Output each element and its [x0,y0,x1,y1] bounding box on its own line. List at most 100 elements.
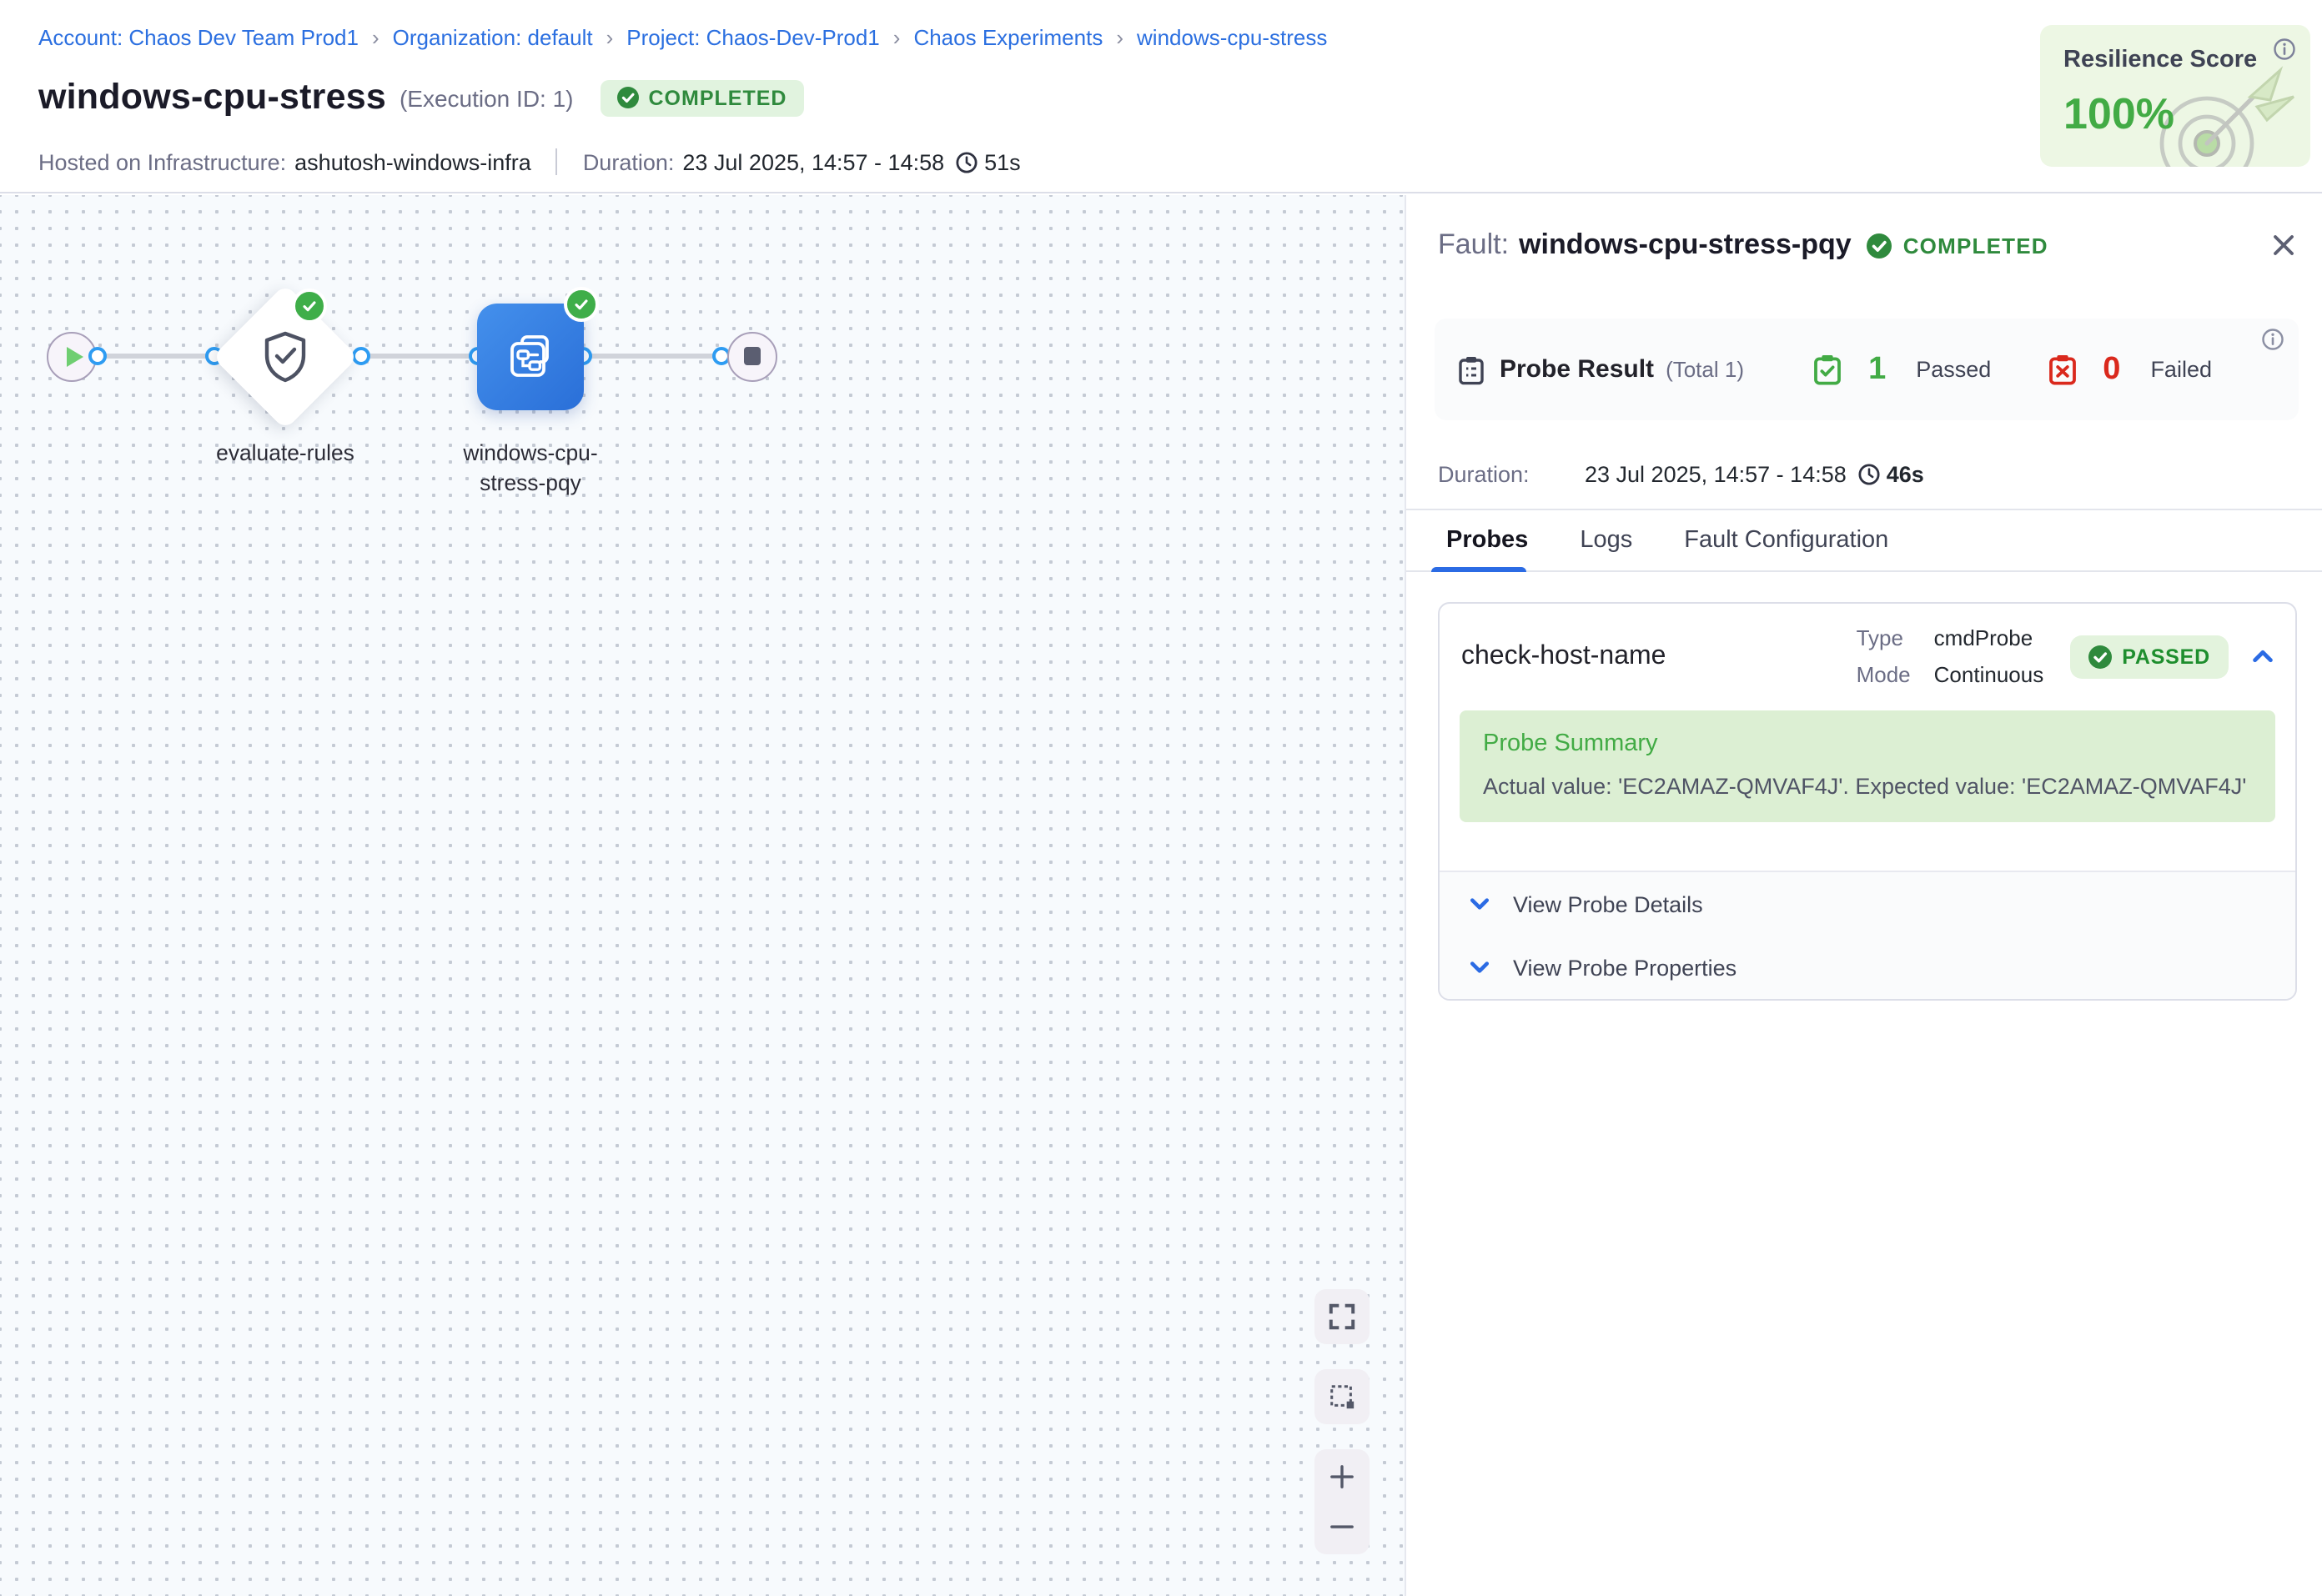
probe-type-label: Type [1857,625,1911,650]
fullscreen-icon [1328,1302,1356,1331]
fault-node-label-line2: stress-pqy [422,468,639,497]
breadcrumb-organization[interactable]: Organization: default [393,25,593,50]
probe-name: check-host-name [1461,641,1666,671]
probe-mode-value: Continuous [1934,662,2044,687]
duration-value: 23 Jul 2025, 14:57 - 14:58 [682,149,944,174]
selection-icon [1328,1383,1356,1411]
fault-step-icon [502,329,559,385]
fault-tabs: Probes Logs Fault Configuration [1406,509,2322,572]
pipeline-canvas[interactable]: evaluate-rules windows-cpu-stress-pqy [0,195,1405,1596]
probe-card: check-host-name Type cmdProbe Mode Conti… [1438,602,2297,1001]
passed-label: Passed [1916,357,1991,382]
hosted-value: ashutosh-windows-infra [294,149,531,174]
clock-icon [956,151,978,173]
probe-mode-label: Mode [1857,662,1911,687]
chevron-down-icon [1468,892,1491,916]
fault-duration-elapsed: 46s [1887,462,1924,487]
breadcrumb-project[interactable]: Project: Chaos-Dev-Prod1 [626,25,879,50]
tab-logs[interactable]: Logs [1580,527,1632,554]
view-probe-details-row[interactable]: View Probe Details [1440,872,2295,936]
edge-fault-to-end [583,354,721,358]
view-probe-properties-label: View Probe Properties [1513,955,1736,980]
view-probe-details-label: View Probe Details [1513,891,1703,916]
end-node [727,331,777,381]
breadcrumb-separator: › [1116,25,1123,50]
failed-label: Failed [2150,357,2212,382]
experiment-status-badge: COMPLETED [601,79,804,116]
chevron-up-icon[interactable] [2250,644,2275,669]
info-icon[interactable] [2274,38,2295,68]
breadcrumb-separator: › [893,25,901,50]
connector-dot [352,347,370,365]
check-circle-icon [2088,645,2112,668]
check-icon [571,295,590,314]
breadcrumb-account[interactable]: Account: Chaos Dev Team Prod1 [38,25,359,50]
probe-type-mode: Type cmdProbe Mode Continuous [1857,625,2044,687]
chevron-down-icon [1468,956,1491,979]
fault-status-label: COMPLETED [1903,233,2048,258]
execution-id: (Execution ID: 1) [400,84,574,111]
fault-duration-label: Duration: [1438,462,1585,487]
fault-label: Fault: [1438,228,1509,262]
passed-count: 1 [1868,351,1886,388]
probe-summary: Probe Summary Actual value: 'EC2AMAZ-QMV… [1460,710,2275,822]
tab-probes[interactable]: Probes [1446,527,1528,554]
resilience-score-value: 100% [2063,88,2174,140]
breadcrumb-current[interactable]: windows-cpu-stress [1137,25,1327,50]
resilience-score-card: Resilience Score 100% [2040,25,2310,167]
top-header: Account: Chaos Dev Team Prod1 › Organizati… [0,0,2322,193]
view-probe-properties-row[interactable]: View Probe Properties [1440,936,2295,999]
title-row: windows-cpu-stress (Execution ID: 1) COM… [38,77,803,118]
info-icon[interactable] [2262,329,2284,359]
probe-summary-title: Probe Summary [1483,730,2252,757]
experiment-status-label: COMPLETED [649,86,787,109]
duration-elapsed: 51s [984,149,1021,174]
selection-mode-button[interactable] [1314,1369,1370,1424]
fault-details-panel: Fault: windows-cpu-stress-pqy COMPLETED … [1405,195,2322,1596]
evaluate-rules-label: evaluate-rules [177,439,394,468]
connector-dot [88,347,106,365]
success-check-badge [563,287,598,322]
success-check-badge [291,288,326,323]
fault-node-label-line1: windows-cpu- [422,439,639,468]
fault-panel-header: Fault: windows-cpu-stress-pqy COMPLETED [1438,228,2297,262]
hosted-label: Hosted on Infrastructure: [38,149,286,174]
check-circle-icon [617,87,639,108]
probe-summary-text: Actual value: 'EC2AMAZ-QMVAF4J'. Expecte… [1483,774,2252,799]
fault-duration-value: 23 Jul 2025, 14:57 - 14:58 [1585,462,1847,487]
fault-name: windows-cpu-stress-pqy [1519,228,1852,262]
breadcrumb-chaos-experiments[interactable]: Chaos Experiments [913,25,1103,50]
clock-icon [1858,464,1880,485]
windows-cpu-stress-node[interactable] [477,304,584,410]
probe-counts: 1 Passed 0 Failed [1813,351,2212,388]
zoom-in-button[interactable] [1329,1464,1354,1489]
spacer [1440,822,2295,871]
probe-links: View Probe Details View Probe Properties [1440,871,2295,999]
clipboard-icon [1458,354,1485,384]
probe-type-value: cmdProbe [1934,625,2044,650]
clipboard-x-icon [2048,354,2076,385]
breadcrumb-separator: › [606,25,614,50]
meta-divider [556,148,558,175]
probe-result-card: Probe Result (Total 1) 1 Passed [1435,319,2299,420]
zoom-out-button[interactable] [1329,1514,1354,1539]
probe-result-title: Probe Result [1500,355,1654,384]
zoom-controls [1314,1449,1370,1554]
close-icon[interactable] [2270,232,2297,258]
shield-check-icon [260,329,310,383]
probe-card-header[interactable]: check-host-name Type cmdProbe Mode Conti… [1440,604,2295,707]
active-tab-indicator [1431,566,1526,572]
check-icon [299,296,318,314]
probe-status-badge: PASSED [2070,635,2229,678]
meta-row: Hosted on Infrastructure: ashutosh-windo… [38,148,1021,175]
fault-node-label: windows-cpu-stress-pqy [422,439,639,497]
fault-duration-row: Duration: 23 Jul 2025, 14:57 - 14:58 46s [1438,462,1924,487]
probe-status-label: PASSED [2122,645,2210,668]
evaluate-rules-node[interactable] [212,283,358,429]
edge-start-to-evaluate [97,354,214,358]
play-icon [66,346,83,366]
fullscreen-button[interactable] [1314,1289,1370,1344]
tab-fault-configuration[interactable]: Fault Configuration [1684,527,1888,554]
edge-evaluate-to-fault [361,354,477,358]
stop-icon [744,348,761,365]
